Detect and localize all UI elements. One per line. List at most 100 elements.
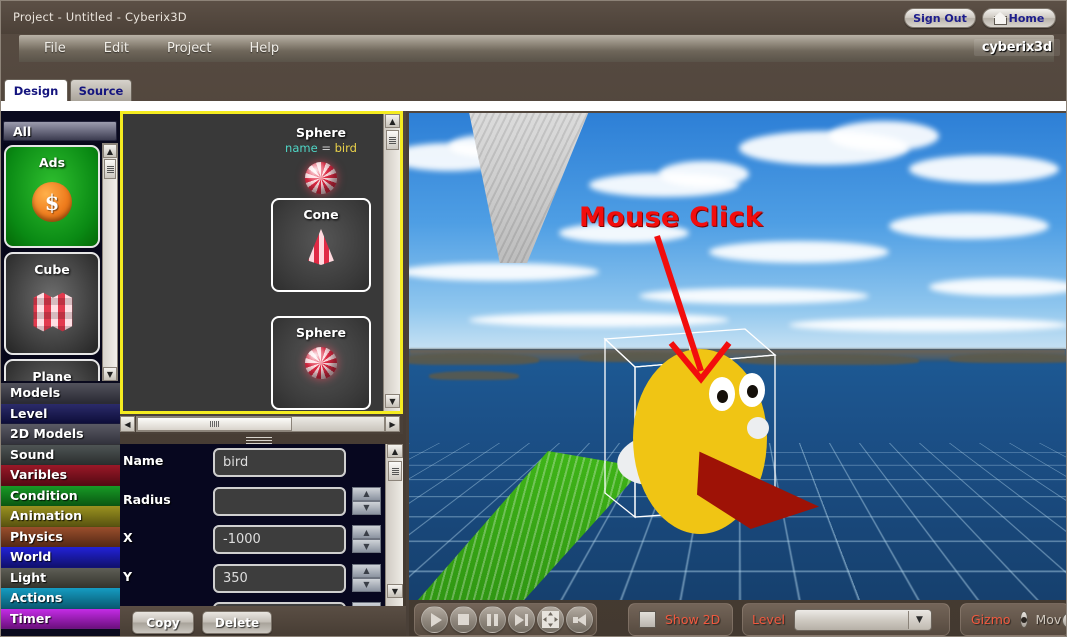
category-timer[interactable]: Timer xyxy=(1,608,120,629)
panel-splitter-handle[interactable] xyxy=(246,436,272,444)
work-area: All Ads $ Cube Plane ▲ ▼ Models Level 2D… xyxy=(1,111,1066,636)
tree-hscroll-thumb[interactable] xyxy=(137,417,292,431)
category-2d-models[interactable]: 2D Models xyxy=(1,424,120,445)
property-row-z: Z ▲ ▼ xyxy=(120,598,403,606)
tree-scroll-right-arrow[interactable]: ▶ xyxy=(385,416,400,432)
tree-node-attribute: name = bird xyxy=(285,141,357,155)
sound-button[interactable] xyxy=(566,606,593,633)
3d-viewport[interactable]: Mouse Click xyxy=(409,113,1066,600)
play-button[interactable] xyxy=(421,606,448,633)
property-row-x: X ▲ ▼ xyxy=(120,521,403,560)
step-forward-button[interactable] xyxy=(508,606,535,633)
spinner-down-icon[interactable]: ▼ xyxy=(352,577,381,592)
palette-scroll-thumb[interactable] xyxy=(104,159,116,179)
tab-underline xyxy=(1,101,1066,111)
category-condition[interactable]: Condition xyxy=(1,485,120,506)
tree-node-sphere-bird[interactable]: Sphere name = bird xyxy=(271,118,371,194)
category-light[interactable]: Light xyxy=(1,567,120,588)
delete-button[interactable]: Delete xyxy=(202,611,272,634)
tree-node-cone[interactable]: Cone xyxy=(271,198,371,292)
chevron-down-icon[interactable]: ▼ xyxy=(908,610,930,629)
fullscreen-button[interactable] xyxy=(537,606,564,633)
tab-bar: Design Source xyxy=(1,79,1066,101)
scene-tree-panel: Sphere name = bird Cone Sphere ▲ ▼ xyxy=(120,111,403,414)
property-input-name[interactable] xyxy=(213,448,346,477)
play-icon xyxy=(430,612,442,627)
property-input-radius[interactable] xyxy=(213,486,346,516)
menu-item-edit[interactable]: Edit xyxy=(91,39,142,58)
palette-item-plane[interactable]: Plane xyxy=(4,359,100,381)
level-select[interactable]: ▼ xyxy=(794,608,932,631)
category-level[interactable]: Level xyxy=(1,403,120,424)
property-label-y: Y xyxy=(123,568,133,584)
tree-node-sphere-2[interactable]: Sphere xyxy=(271,316,371,410)
palette-scroll-up-arrow[interactable]: ▲ xyxy=(103,144,117,158)
tab-source[interactable]: Source xyxy=(70,79,132,101)
tree-scroll-down-arrow[interactable]: ▼ xyxy=(385,394,400,408)
tree-scroll-up-arrow[interactable]: ▲ xyxy=(385,114,400,128)
viewport-toolbar: Show 2D Level ▼ Gizmo Move xyxy=(409,600,1066,636)
property-row-radius: Radius ▲ ▼ xyxy=(120,483,403,522)
palette-item-cube[interactable]: Cube xyxy=(4,252,100,355)
properties-scroll-thumb[interactable] xyxy=(388,461,402,481)
sign-out-button[interactable]: Sign Out xyxy=(904,8,976,28)
tree-hscroll-track[interactable] xyxy=(136,416,385,432)
category-varibles[interactable]: Varibles xyxy=(1,465,120,486)
palette-item-ads-label: Ads xyxy=(38,155,66,170)
category-sound[interactable]: Sound xyxy=(1,444,120,465)
spinner-up-icon[interactable]: ▲ xyxy=(352,486,381,501)
properties-vertical-scrollbar[interactable]: ▲ ▼ xyxy=(385,444,403,606)
scroll-grip-icon xyxy=(106,165,114,173)
palette-items-list[interactable]: Ads $ Cube Plane xyxy=(3,143,103,381)
tree-node-attr-eq: = xyxy=(321,141,331,155)
spinner-up-icon[interactable]: ▲ xyxy=(352,525,381,539)
show-2d-label: Show 2D xyxy=(665,612,721,627)
level-label: Level xyxy=(752,612,785,627)
tree-scroll-thumb[interactable] xyxy=(386,130,399,150)
spinner-up-icon[interactable]: ▲ xyxy=(352,563,381,578)
stop-button[interactable] xyxy=(450,606,477,633)
menu-item-project[interactable]: Project xyxy=(154,39,224,58)
category-list: Models Level 2D Models Sound Varibles Co… xyxy=(1,383,120,629)
property-spinner-x[interactable]: ▲ ▼ xyxy=(352,525,381,554)
palette-item-plane-label: Plane xyxy=(32,369,72,381)
property-input-x[interactable] xyxy=(213,525,346,554)
island xyxy=(409,353,539,365)
show-2d-checkbox[interactable] xyxy=(639,611,656,628)
spinner-down-icon[interactable]: ▼ xyxy=(352,539,381,553)
category-models[interactable]: Models xyxy=(1,383,120,404)
spinner-down-icon[interactable]: ▼ xyxy=(352,500,381,515)
scene-tree-canvas[interactable]: Sphere name = bird Cone Sphere xyxy=(123,114,382,411)
category-world[interactable]: World xyxy=(1,547,120,568)
properties-scroll-down-arrow[interactable]: ▼ xyxy=(387,584,403,598)
property-spinner-radius[interactable]: ▲ ▼ xyxy=(352,486,381,516)
copy-button[interactable]: Copy xyxy=(132,611,194,634)
property-row-y: Y ▲ ▼ xyxy=(120,560,403,599)
gizmo-move-radio[interactable] xyxy=(1019,611,1029,628)
menu-item-file[interactable]: File xyxy=(31,39,79,58)
property-spinner-y[interactable]: ▲ ▼ xyxy=(352,563,381,593)
palette-scrollbar[interactable]: ▲ ▼ xyxy=(102,143,118,381)
property-input-y[interactable] xyxy=(213,563,346,593)
home-button[interactable]: Home xyxy=(982,8,1056,28)
category-actions[interactable]: Actions xyxy=(1,588,120,609)
island xyxy=(949,353,1066,363)
tree-node-attr-value: bird xyxy=(334,141,357,155)
menu-item-help[interactable]: Help xyxy=(236,39,292,58)
sphere-icon xyxy=(305,347,337,379)
category-animation[interactable]: Animation xyxy=(1,506,120,527)
cloud xyxy=(789,318,1066,332)
title-bar: Project - Untitled - Cyberix3D Sign Out … xyxy=(1,1,1066,34)
tab-design[interactable]: Design xyxy=(4,79,68,101)
scene-tree-vertical-scrollbar[interactable]: ▲ ▼ xyxy=(383,114,400,411)
scene-tree-horizontal-scrollbar[interactable]: ◀ ▶ xyxy=(120,414,403,434)
palette-all-button[interactable]: All xyxy=(3,121,117,141)
properties-scroll-up-arrow[interactable]: ▲ xyxy=(387,444,403,458)
step-forward-icon xyxy=(515,613,528,626)
category-physics[interactable]: Physics xyxy=(1,526,120,547)
palette-scroll-down-arrow[interactable]: ▼ xyxy=(103,367,117,381)
pause-button[interactable] xyxy=(479,606,506,633)
tree-scroll-left-arrow[interactable]: ◀ xyxy=(120,416,135,432)
properties-panel: Name Radius ▲ ▼ X ▲ ▼ xyxy=(120,444,403,606)
palette-item-ads[interactable]: Ads $ xyxy=(4,145,100,248)
